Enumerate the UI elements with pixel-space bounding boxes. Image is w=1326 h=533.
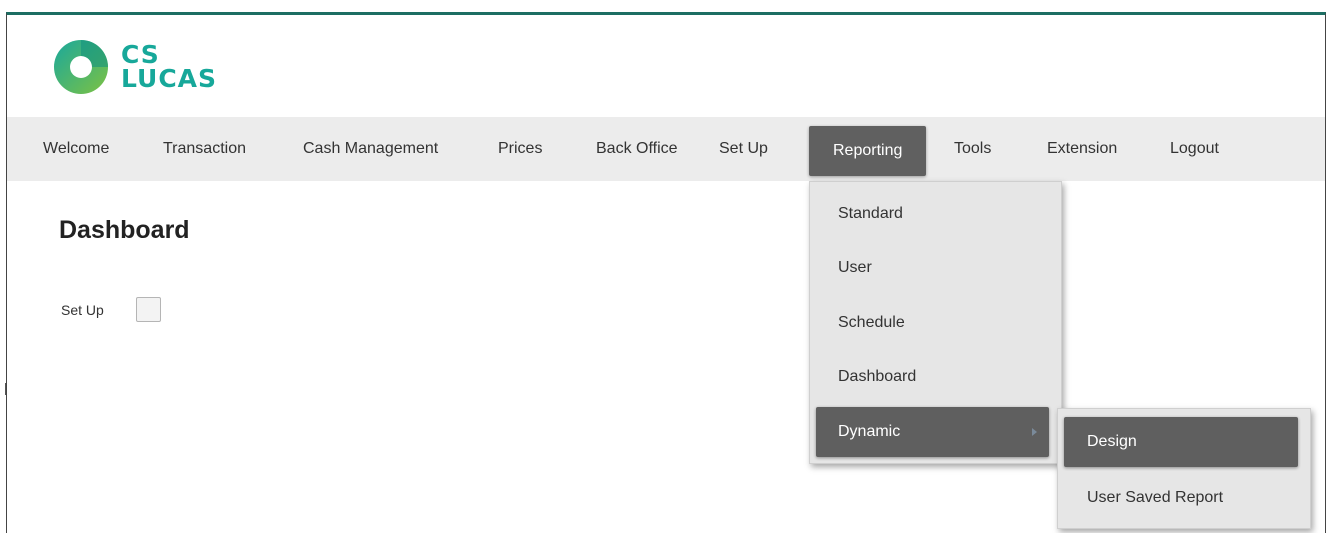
nav-back-office[interactable]: Back Office: [596, 117, 678, 181]
menu-item-label: User: [838, 259, 872, 276]
menu-item-schedule[interactable]: Schedule: [810, 298, 1061, 348]
nav-reporting[interactable]: Reporting: [809, 126, 927, 176]
submenu-item-user-saved-report[interactable]: User Saved Report: [1058, 473, 1310, 523]
dynamic-submenu: Design User Saved Report: [1057, 408, 1311, 529]
setup-label: Set Up: [61, 301, 104, 318]
header: CS LUCAS: [7, 15, 1325, 117]
nav-tools[interactable]: Tools: [954, 117, 991, 181]
nav-prices[interactable]: Prices: [498, 117, 542, 181]
nav-logout[interactable]: Logout: [1170, 117, 1219, 181]
brand-line-2: LUCAS: [121, 64, 218, 93]
menu-item-label: Standard: [838, 205, 903, 222]
page-title: Dashboard: [59, 216, 190, 244]
nav-welcome[interactable]: Welcome: [43, 117, 109, 181]
reporting-dropdown: Standard User Schedule Dashboard Dynamic: [809, 181, 1062, 464]
nav-set-up[interactable]: Set Up: [719, 117, 768, 181]
cs-lucas-logo-icon: [54, 40, 108, 94]
menu-item-label: Schedule: [838, 314, 905, 331]
submenu-item-label: User Saved Report: [1087, 489, 1224, 506]
menu-item-label: Dynamic: [838, 423, 901, 440]
nav-cash-management[interactable]: Cash Management: [303, 117, 438, 181]
menu-item-label: Dashboard: [838, 368, 917, 385]
brand-wordmark: CS LUCAS: [121, 42, 218, 93]
setup-checkbox[interactable]: [135, 297, 161, 322]
brand-logo[interactable]: CS LUCAS: [53, 39, 217, 95]
menu-item-standard[interactable]: Standard: [810, 189, 1061, 239]
submenu-item-design[interactable]: Design: [1064, 417, 1298, 467]
menu-item-dashboard[interactable]: Dashboard: [810, 352, 1061, 402]
chevron-right-icon: [1032, 428, 1037, 436]
nav-transaction[interactable]: Transaction: [163, 117, 246, 181]
submenu-item-label: Design: [1087, 433, 1137, 450]
menu-item-user[interactable]: User: [810, 243, 1061, 293]
setup-row: Set Up: [61, 297, 161, 322]
nav-extension[interactable]: Extension: [1047, 117, 1117, 181]
app-frame: CS LUCAS Welcome Transaction Cash Manage…: [6, 12, 1326, 533]
main-nav: Welcome Transaction Cash Management Pric…: [7, 117, 1325, 181]
menu-item-dynamic[interactable]: Dynamic: [816, 407, 1049, 457]
